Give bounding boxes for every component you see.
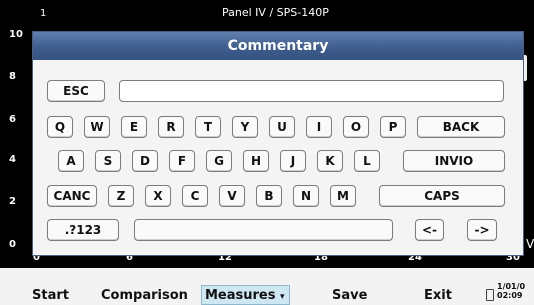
canc-key[interactable]: CANC: [47, 185, 97, 207]
key-v[interactable]: V: [219, 185, 245, 207]
key-a[interactable]: A: [58, 150, 84, 172]
bottom-toolbar: Start Comparison Measures ▾ Save Exit 1/…: [0, 268, 534, 305]
measures-label: Measures: [205, 288, 276, 303]
chevron-down-icon: ▾: [280, 292, 285, 302]
y-tick-2: 2: [9, 196, 16, 207]
y-tick-0: 0: [9, 239, 16, 250]
cursor-right-key[interactable]: ->: [467, 219, 497, 241]
battery-icon: [486, 289, 494, 301]
comparison-button[interactable]: Comparison: [101, 288, 188, 303]
commentary-dialog: Commentary ESC Q W E R T Y U I O P BACK …: [32, 31, 524, 256]
top-tick-label: 1: [40, 8, 47, 19]
panel-title: Panel IV / SPS-140P: [222, 6, 329, 19]
dialog-title: Commentary: [33, 32, 523, 60]
symbols-key[interactable]: .?123: [47, 219, 119, 241]
y-tick-10: 10: [9, 29, 23, 40]
esc-key[interactable]: ESC: [47, 80, 105, 102]
key-t[interactable]: T: [195, 116, 221, 138]
key-n[interactable]: N: [293, 185, 319, 207]
key-i[interactable]: I: [306, 116, 332, 138]
key-g[interactable]: G: [206, 150, 232, 172]
key-p[interactable]: P: [380, 116, 406, 138]
key-f[interactable]: F: [169, 150, 195, 172]
key-u[interactable]: U: [269, 116, 295, 138]
key-b[interactable]: B: [256, 185, 282, 207]
key-z[interactable]: Z: [108, 185, 134, 207]
key-w[interactable]: W: [84, 116, 110, 138]
start-button[interactable]: Start: [32, 288, 69, 303]
back-key[interactable]: BACK: [417, 116, 505, 138]
key-k[interactable]: K: [317, 150, 343, 172]
y-tick-6: 6: [9, 114, 16, 125]
cursor-left-key[interactable]: <-: [415, 219, 444, 241]
exit-button[interactable]: Exit: [424, 288, 452, 303]
key-e[interactable]: E: [121, 116, 147, 138]
key-q[interactable]: Q: [47, 116, 73, 138]
key-s[interactable]: S: [95, 150, 121, 172]
y-tick-8: 8: [9, 71, 16, 82]
key-o[interactable]: O: [343, 116, 369, 138]
key-m[interactable]: M: [330, 185, 356, 207]
caps-key[interactable]: CAPS: [379, 185, 505, 207]
space-key[interactable]: [134, 219, 393, 241]
key-j[interactable]: J: [280, 150, 306, 172]
date-label: 1/01/0: [497, 282, 526, 291]
save-button[interactable]: Save: [332, 288, 367, 303]
unit-label: V: [526, 237, 534, 251]
key-d[interactable]: D: [132, 150, 158, 172]
time-label: 02:09: [497, 291, 523, 300]
key-y[interactable]: Y: [232, 116, 258, 138]
key-r[interactable]: R: [158, 116, 184, 138]
measures-button[interactable]: Measures ▾: [205, 288, 285, 303]
date-time: 1/01/0 02:09: [497, 282, 525, 300]
invio-key[interactable]: INVIO: [403, 150, 505, 172]
key-h[interactable]: H: [243, 150, 269, 172]
key-c[interactable]: C: [182, 185, 208, 207]
y-tick-4: 4: [9, 154, 16, 165]
key-x[interactable]: X: [145, 185, 171, 207]
commentary-input[interactable]: [119, 80, 504, 102]
key-l[interactable]: L: [354, 150, 380, 172]
